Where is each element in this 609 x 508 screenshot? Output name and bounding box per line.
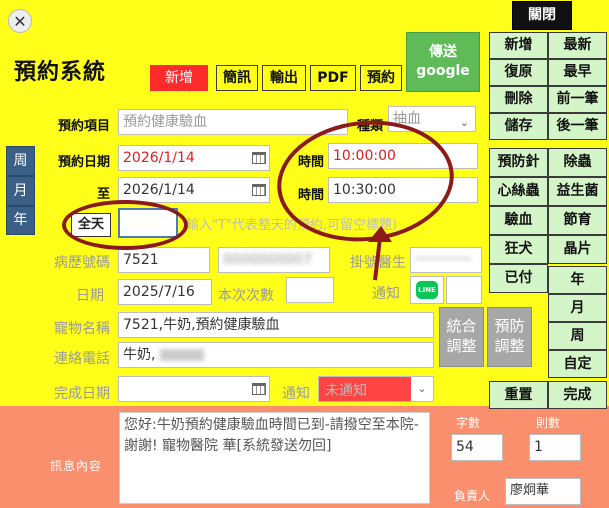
tab-export[interactable]: 輸出	[262, 65, 306, 91]
line-button[interactable]: LINE	[410, 276, 444, 304]
item-select[interactable]: 預約健康驗血	[118, 109, 348, 135]
date-label: 預約日期	[57, 155, 110, 170]
deworm-button[interactable]: 除蟲	[548, 148, 607, 177]
prevent-adjust-button[interactable]: 預防 調整	[487, 307, 532, 367]
next-button[interactable]: 後一筆	[548, 113, 607, 140]
notify-status-select[interactable]: 未通知 ⌄	[318, 376, 434, 402]
range-custom-button[interactable]: 自定	[548, 350, 607, 378]
record-value: 7521	[123, 252, 159, 268]
tab-sms[interactable]: 簡訊	[216, 65, 258, 91]
done-date-field[interactable]	[118, 376, 270, 402]
neuter-button[interactable]: 節育	[548, 206, 607, 235]
item-label: 預約項目	[57, 119, 110, 134]
phone-field[interactable]: 牛奶,	[118, 342, 434, 368]
merge-adjust-button[interactable]: 統合 調整	[439, 307, 484, 367]
heartworm-button[interactable]: 心絲蟲	[489, 177, 548, 206]
range-week-button[interactable]: 周	[548, 322, 607, 350]
paid-button[interactable]: 已付	[489, 264, 548, 293]
chevron-down-icon: ⌄	[459, 116, 469, 129]
side-tab-week[interactable]: 周	[6, 146, 35, 176]
record-field[interactable]: 7521	[118, 247, 210, 273]
owner-label: 負責人	[454, 489, 491, 503]
line-status-field[interactable]	[446, 276, 482, 304]
side-tab-year[interactable]: 年	[6, 206, 35, 235]
page-title: 預約系統	[14, 60, 107, 85]
calendar-icon[interactable]	[252, 184, 266, 196]
calendar-icon[interactable]	[252, 152, 266, 164]
calendar-icon[interactable]	[252, 383, 266, 395]
date-start-value: 2026/1/14	[123, 150, 195, 166]
message-label: 訊息內容	[50, 459, 103, 473]
pet-field[interactable]: 7521,牛奶,預約健康驗血	[118, 312, 434, 338]
previous-button[interactable]: 前一筆	[548, 86, 607, 113]
tab-add[interactable]: 新增	[150, 65, 208, 91]
visit-date-value: 2025/7/16	[123, 284, 195, 300]
blood-test-button[interactable]: 驗血	[489, 206, 548, 235]
phone-label: 連絡電話	[54, 351, 110, 367]
complete-button[interactable]: 完成	[548, 381, 607, 409]
doctor-value: 一一一一	[415, 252, 471, 268]
date-end-field[interactable]: 2026/1/14	[118, 177, 270, 203]
chip-button[interactable]: 晶片	[548, 235, 607, 264]
record-extra-field[interactable]: 0000000007	[218, 247, 330, 273]
visit-count-label: 本次次數	[218, 288, 274, 304]
range-year-button[interactable]: 年	[548, 266, 607, 294]
done-date-label: 完成日期	[54, 386, 110, 402]
delete-button[interactable]: 刪除	[489, 86, 548, 113]
record-label: 病歷號碼	[54, 255, 110, 271]
visit-date-label: 日期	[76, 288, 104, 304]
notify-status-value: 未通知	[325, 383, 367, 399]
record-extra-value: 0000000007	[223, 252, 313, 268]
send-google-button[interactable]: 傳送 google	[406, 32, 480, 92]
send-label: 傳送	[429, 44, 457, 60]
char-count-value: 54	[456, 439, 474, 455]
range-month-button[interactable]: 月	[548, 294, 607, 322]
restore-button[interactable]: 復原	[489, 59, 548, 86]
earliest-button[interactable]: 最早	[548, 59, 607, 86]
probiotic-button[interactable]: 益生菌	[548, 177, 607, 206]
visit-date-field[interactable]: 2025/7/16	[118, 279, 212, 305]
annotation-oval-allday	[62, 200, 188, 250]
date-start-field[interactable]: 2026/1/14	[118, 145, 270, 171]
date-end-value: 2026/1/14	[123, 182, 195, 198]
phone-redacted	[159, 349, 204, 361]
annotation-arrow-icon	[368, 226, 392, 281]
pet-label: 寵物名稱	[54, 321, 110, 337]
close-button[interactable]: 關閉	[512, 1, 572, 30]
msg-count-label: 則數	[536, 416, 561, 430]
chevron-down-icon: ⌄	[411, 377, 433, 401]
tab-appointment[interactable]: 預約	[360, 65, 402, 91]
char-count-field: 54	[451, 434, 503, 461]
done-notify-label: 通知	[282, 386, 310, 402]
save-button[interactable]: 儲存	[489, 113, 548, 140]
owner-value: 廖炯華	[510, 483, 550, 498]
add-button[interactable]: 新增	[489, 32, 548, 59]
visit-count-field[interactable]	[286, 277, 334, 303]
tab-pdf[interactable]: PDF	[310, 65, 356, 91]
rabies-button[interactable]: 狂犬	[489, 235, 548, 264]
close-icon[interactable]: ✕	[8, 9, 32, 33]
latest-button[interactable]: 最新	[548, 32, 607, 59]
msg-count-value: 1	[534, 439, 543, 455]
pet-value: 7521,牛奶,預約健康驗血	[123, 317, 280, 333]
owner-field[interactable]: 廖炯華	[505, 478, 581, 505]
msg-count-field: 1	[529, 434, 581, 461]
vaccine-button[interactable]: 預防針	[489, 148, 548, 177]
reset-button[interactable]: 重置	[489, 381, 548, 409]
side-tab-month[interactable]: 月	[6, 176, 35, 206]
doctor-field[interactable]: 一一一一	[410, 247, 482, 273]
phone-value: 牛奶,	[123, 347, 156, 363]
char-count-label: 字數	[456, 416, 481, 430]
line-icon: LINE	[416, 281, 438, 299]
to-label: 至	[96, 187, 110, 202]
message-textarea[interactable]: 您好:牛奶預約健康驗血時間已到-請撥空至本院-謝謝! 寵物醫院 華[系統發送勿回…	[119, 412, 430, 504]
google-label: google	[416, 63, 470, 79]
item-value: 預約健康驗血	[123, 114, 207, 130]
